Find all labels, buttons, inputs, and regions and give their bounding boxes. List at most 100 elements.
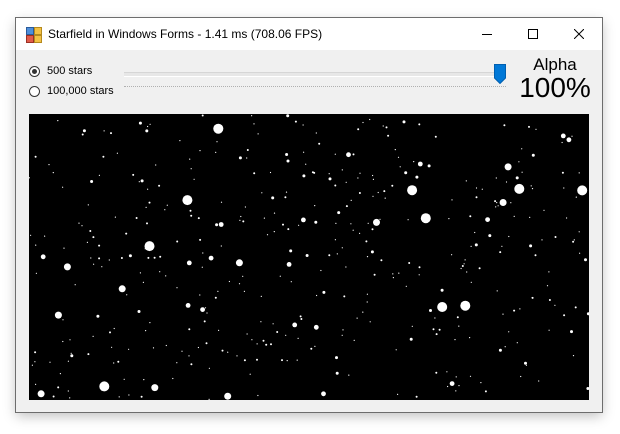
star: [98, 174, 100, 176]
star: [289, 249, 293, 253]
slider-thumb[interactable]: [494, 64, 506, 84]
star: [189, 209, 192, 212]
star: [62, 319, 64, 321]
star: [397, 156, 400, 158]
star: [176, 287, 178, 289]
star: [142, 281, 144, 283]
star: [220, 245, 222, 247]
star: [448, 218, 450, 220]
star: [260, 321, 262, 323]
star: [153, 256, 156, 259]
radio-100000-stars[interactable]: 100,000 stars: [29, 85, 114, 97]
star: [521, 171, 523, 173]
star: [35, 383, 37, 385]
star: [475, 187, 478, 189]
star: [74, 284, 76, 286]
radio-500-stars[interactable]: 500 stars: [29, 65, 92, 77]
star: [391, 184, 394, 187]
star: [394, 149, 396, 151]
star: [166, 204, 168, 206]
star: [357, 128, 360, 131]
star: [37, 390, 45, 398]
star: [460, 300, 471, 311]
star: [266, 234, 269, 236]
star: [519, 308, 521, 310]
star: [296, 359, 298, 361]
star: [31, 364, 33, 366]
star: [575, 196, 577, 198]
star: [303, 151, 305, 153]
star: [57, 386, 60, 389]
star: [138, 121, 142, 125]
alpha-slider[interactable]: [124, 64, 506, 94]
star: [253, 172, 256, 175]
star: [405, 285, 407, 287]
star: [530, 185, 532, 187]
star: [372, 174, 374, 177]
star: [586, 387, 589, 390]
star: [189, 158, 191, 160]
star: [384, 197, 386, 199]
star: [215, 223, 219, 227]
star: [495, 206, 497, 208]
star: [108, 259, 110, 261]
star: [578, 172, 580, 174]
close-icon: [574, 29, 584, 39]
star: [434, 135, 437, 138]
star: [103, 130, 105, 132]
close-button[interactable]: [556, 18, 602, 50]
star: [143, 379, 145, 381]
star: [300, 318, 303, 320]
star: [257, 394, 259, 397]
star: [398, 272, 400, 274]
star: [63, 247, 65, 249]
star: [366, 256, 369, 258]
star: [123, 378, 125, 380]
star: [496, 290, 498, 292]
star: [132, 173, 135, 176]
star: [90, 257, 92, 259]
star: [334, 184, 337, 187]
star: [534, 254, 537, 257]
star: [286, 262, 292, 267]
title-bar[interactable]: Starfield in Windows Forms - 1.41 ms (70…: [16, 18, 602, 50]
star: [87, 204, 89, 206]
star: [475, 196, 478, 199]
star: [206, 312, 208, 314]
minimize-button[interactable]: [464, 18, 510, 50]
star: [286, 114, 290, 118]
star: [144, 248, 146, 250]
star: [193, 178, 195, 180]
star: [362, 311, 364, 313]
star: [350, 223, 352, 225]
star: [117, 360, 120, 363]
star: [313, 324, 319, 330]
star: [546, 285, 549, 287]
star: [498, 348, 502, 352]
star: [69, 339, 71, 341]
star: [246, 333, 248, 335]
maximize-button[interactable]: [510, 18, 556, 50]
star: [531, 296, 534, 299]
star: [561, 171, 564, 174]
radio-button[interactable]: [29, 65, 40, 77]
star: [116, 152, 118, 154]
radio-button[interactable]: [29, 85, 40, 97]
star: [563, 187, 565, 189]
star: [535, 128, 537, 130]
star: [144, 241, 155, 252]
star: [251, 115, 253, 117]
star: [334, 239, 336, 241]
star: [113, 362, 115, 364]
star: [34, 155, 37, 158]
star: [314, 205, 316, 207]
star: [574, 306, 577, 309]
star: [286, 159, 290, 163]
star: [484, 390, 487, 393]
star: [243, 359, 246, 362]
star: [548, 299, 551, 301]
star: [256, 343, 258, 345]
star: [269, 171, 272, 174]
star: [188, 355, 190, 357]
star: [392, 273, 394, 275]
